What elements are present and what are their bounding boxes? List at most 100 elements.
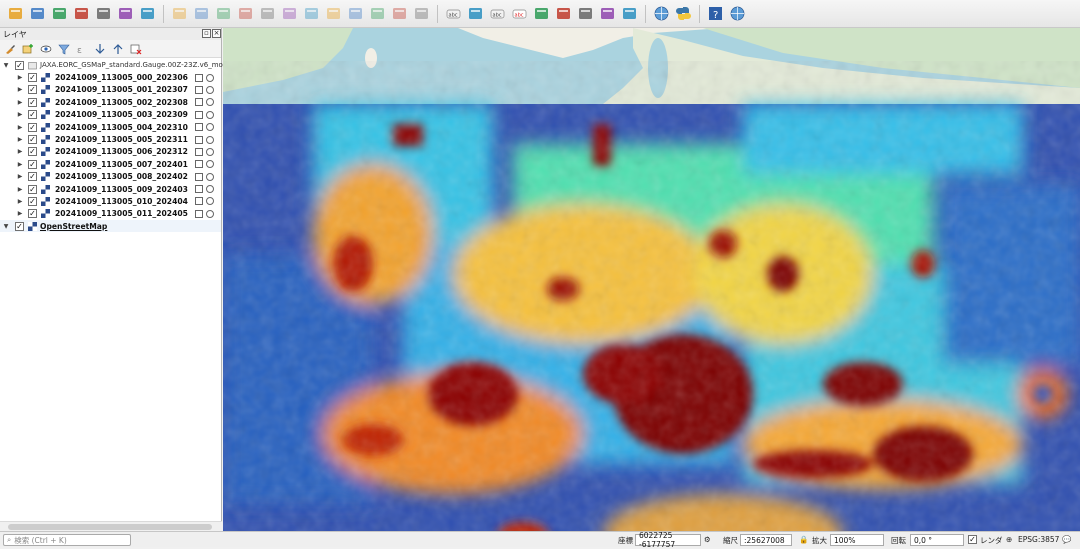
visibility-eye-icon[interactable] [39, 42, 53, 56]
embedded-indicator-icon[interactable] [195, 135, 203, 144]
layer-row[interactable]: ▶ ✓ 20241009_113005_008_202402 [0, 171, 221, 183]
layer-visibility-checkbox[interactable]: ✓ [28, 97, 37, 107]
layer-row[interactable]: ▶ ✓ 20241009_113005_004_202310 [0, 121, 221, 133]
embedded-indicator-icon[interactable] [195, 147, 203, 156]
embedded-indicator-icon[interactable] [195, 110, 203, 119]
add-line-icon[interactable] [236, 4, 255, 23]
help-icon[interactable]: ? [706, 4, 725, 23]
label-abc-icon[interactable]: abc [444, 4, 463, 23]
expand-arrow-icon[interactable]: ▼ [3, 223, 9, 230]
cut-icon[interactable] [324, 4, 343, 23]
expand-arrow-icon[interactable]: ▶ [17, 111, 23, 118]
temporal-clock-icon[interactable] [206, 147, 214, 156]
crs-globe-icon[interactable]: ⊕ [1006, 535, 1012, 544]
embedded-indicator-icon[interactable] [195, 185, 203, 194]
label-red-icon[interactable]: abc [510, 4, 529, 23]
layer-visibility-checkbox[interactable]: ✓ [28, 73, 37, 83]
collapse-arrow-icon[interactable]: ▼ [3, 62, 9, 69]
mouse-toggle-icon[interactable]: ⚙ [704, 535, 711, 544]
embedded-indicator-icon[interactable] [195, 197, 203, 206]
digitize-icon[interactable] [72, 4, 91, 23]
render-checkbox[interactable]: ✓ [968, 535, 977, 544]
print-layout-icon[interactable] [94, 4, 113, 23]
layer-row[interactable]: ▶ ✓ 20241009_113005_006_202312 [0, 146, 221, 158]
delete-icon[interactable] [302, 4, 321, 23]
coordinate-field[interactable]: 6022725 -6177757 [635, 531, 701, 549]
globe-icon[interactable] [728, 4, 747, 23]
layer-row[interactable]: ▶ ✓ 20241009_113005_003_202309 [0, 109, 221, 121]
magnify-field[interactable]: 100% [830, 534, 884, 546]
remove-layer-icon[interactable] [129, 42, 143, 56]
layer-row[interactable]: ▶ ✓ 20241009_113005_002_202308 [0, 96, 221, 108]
layer-visibility-checkbox[interactable]: ✓ [28, 147, 37, 157]
layer-visibility-checkbox[interactable]: ✓ [28, 184, 37, 194]
temporal-clock-icon[interactable] [206, 172, 214, 181]
edit-icon[interactable] [192, 4, 211, 23]
new-layer-icon[interactable] [28, 4, 47, 23]
filter-icon[interactable] [57, 42, 71, 56]
embedded-indicator-icon[interactable] [195, 98, 203, 107]
layer-visibility-checkbox[interactable]: ✓ [28, 85, 37, 95]
filter-expression-icon[interactable]: ε [75, 42, 89, 56]
temporal-clock-icon[interactable] [206, 160, 214, 169]
label-change-icon[interactable] [576, 4, 595, 23]
edit-pencil-icon[interactable] [170, 4, 189, 23]
expand-arrow-icon[interactable]: ▶ [17, 210, 23, 217]
label-diagram-icon[interactable] [598, 4, 617, 23]
embedded-indicator-icon[interactable] [195, 172, 203, 181]
style-brush-icon[interactable] [3, 42, 17, 56]
messages-icon[interactable]: 💬 [1062, 535, 1071, 544]
vector-icon[interactable] [50, 4, 69, 23]
map-canvas[interactable] [223, 28, 1080, 531]
open-project-icon[interactable] [6, 4, 25, 23]
undo-icon[interactable] [390, 4, 409, 23]
expand-arrow-icon[interactable]: ▶ [17, 198, 23, 205]
embedded-indicator-icon[interactable] [195, 209, 203, 218]
horizontal-scrollbar[interactable] [0, 521, 222, 531]
rotation-field[interactable]: 0,0 ° [910, 534, 964, 546]
scrollbar-thumb[interactable] [8, 524, 212, 530]
layer-visibility-checkbox[interactable]: ✓ [28, 122, 37, 132]
float-panel-button[interactable]: ▫ [202, 29, 211, 38]
lock-scale-icon[interactable]: 🔒 [799, 535, 808, 544]
temporal-clock-icon[interactable] [206, 123, 214, 132]
layer-row[interactable]: ▶ ✓ 20241009_113005_000_202306 [0, 71, 221, 83]
expand-arrow-icon[interactable]: ▶ [17, 74, 23, 81]
expand-arrow-icon[interactable]: ▶ [17, 124, 23, 131]
copy-icon[interactable] [346, 4, 365, 23]
temporal-clock-icon[interactable] [206, 197, 214, 206]
group-visibility-checkbox[interactable]: ✓ [15, 60, 24, 70]
label-move-icon[interactable] [532, 4, 551, 23]
python-icon[interactable] [674, 4, 693, 23]
label-show-icon[interactable] [620, 4, 639, 23]
save-edits-icon[interactable] [214, 4, 233, 23]
locator-search-input[interactable]: ⌕ 検索 (Ctrl + K) [3, 534, 131, 546]
paste-icon[interactable] [368, 4, 387, 23]
crs-value[interactable]: EPSG:3857 [1018, 535, 1059, 544]
expand-all-icon[interactable] [93, 42, 107, 56]
layer-row[interactable]: ▶ ✓ 20241009_113005_011_202405 [0, 208, 221, 220]
layer-visibility-checkbox[interactable]: ✓ [15, 221, 24, 231]
expand-arrow-icon[interactable]: ▶ [17, 99, 23, 106]
embedded-indicator-icon[interactable] [195, 123, 203, 132]
layer-visibility-checkbox[interactable]: ✓ [28, 172, 37, 182]
node-tool-icon[interactable] [258, 4, 277, 23]
basemap-layer-row[interactable]: ▼ ✓ OpenStreetMap [0, 220, 221, 233]
expand-arrow-icon[interactable]: ▶ [17, 148, 23, 155]
layer-row[interactable]: ▶ ✓ 20241009_113005_009_202403 [0, 183, 221, 195]
temporal-clock-icon[interactable] [206, 110, 214, 119]
label-rotate-icon[interactable] [554, 4, 573, 23]
embedded-indicator-icon[interactable] [195, 160, 203, 169]
expand-arrow-icon[interactable]: ▶ [17, 173, 23, 180]
temporal-clock-icon[interactable] [206, 85, 214, 94]
layer-visibility-checkbox[interactable]: ✓ [28, 135, 37, 145]
temporal-clock-icon[interactable] [206, 73, 214, 82]
style-manager-icon[interactable] [138, 4, 157, 23]
layer-visibility-checkbox[interactable]: ✓ [28, 110, 37, 120]
expand-arrow-icon[interactable]: ▶ [17, 86, 23, 93]
layer-row[interactable]: ▶ ✓ 20241009_113005_007_202401 [0, 158, 221, 170]
scale-field[interactable]: :25627008 [740, 534, 792, 546]
qgis-globe-icon[interactable] [652, 4, 671, 23]
layer-group-row[interactable]: ▼ ✓ JAXA.EORC_GSMaP_standard.Gauge.00Z-2… [0, 59, 236, 71]
label-pin-icon[interactable] [466, 4, 485, 23]
